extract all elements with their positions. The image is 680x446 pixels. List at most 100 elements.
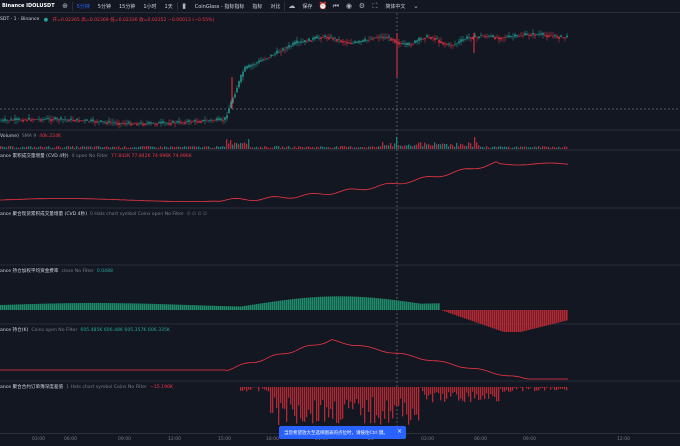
chevron-down-icon[interactable]: ⌄ <box>409 0 422 13</box>
volume-bar <box>206 146 208 149</box>
funding-bar <box>302 298 304 310</box>
funding-bar <box>288 299 290 310</box>
funding-bar <box>276 301 278 310</box>
cloud-icon[interactable]: ☁ <box>285 0 298 13</box>
orderbook-bar <box>472 387 474 392</box>
volume-bar <box>550 147 552 149</box>
volume-bar <box>198 146 200 149</box>
price-candle <box>314 36 316 40</box>
funding-bar <box>324 296 326 310</box>
add-symbol-icon[interactable]: ⊕ <box>59 0 72 13</box>
volume-bar <box>382 142 384 149</box>
replay-icon[interactable]: ⏮ <box>329 0 342 13</box>
chart-area[interactable]: SDT · 1 · Binance ● 开=0.02365 高=0.02369 … <box>0 13 680 433</box>
funding-bar <box>398 300 400 310</box>
symbol-button[interactable]: Binance IDOLUSDT <box>0 0 59 13</box>
volume-bar <box>456 142 458 149</box>
volume-bar <box>350 146 352 149</box>
volume-bar <box>444 143 446 149</box>
volume-bar <box>310 147 312 149</box>
price-candle <box>436 38 438 39</box>
price-candle <box>442 42 444 45</box>
timeframe-1h-button[interactable]: 1小时 <box>139 0 160 13</box>
funding-bar <box>336 296 338 310</box>
timeframe-5m-alt-button[interactable]: 5分钟 <box>94 0 115 13</box>
volume-bar <box>236 143 238 149</box>
price-candle <box>112 122 114 124</box>
funding-bar <box>492 310 494 329</box>
volume-bar <box>282 146 284 149</box>
orderbook-bar <box>276 387 278 409</box>
language-select[interactable]: 简体中文 <box>381 0 409 13</box>
volume-bar <box>396 137 398 149</box>
volume-bar <box>346 147 348 149</box>
price-candle <box>534 34 536 36</box>
funding-bar <box>326 296 328 310</box>
price-candle <box>488 35 490 37</box>
volume-bar <box>516 146 518 149</box>
price-candle <box>26 119 28 121</box>
save-button[interactable]: 保存 <box>298 0 316 13</box>
price-candle <box>224 117 226 121</box>
funding-bar <box>296 298 298 310</box>
coinglass-indicators-button[interactable]: CoinGlass - 指标指标 <box>191 0 249 13</box>
price-candle <box>138 123 140 124</box>
price-candle <box>178 120 180 123</box>
funding-bar <box>256 304 258 310</box>
chart-canvas[interactable] <box>0 13 680 433</box>
price-candle <box>394 39 396 43</box>
funding-bar <box>48 303 50 310</box>
price-candle <box>156 123 158 126</box>
orderbook-bar <box>530 387 532 388</box>
funding-bar <box>444 310 446 312</box>
orderbook-bar <box>562 387 564 389</box>
volume-bar <box>502 146 504 149</box>
volume-bar <box>90 146 92 149</box>
funding-bar <box>86 303 88 310</box>
volume-bar <box>484 147 486 149</box>
volume-bar <box>202 147 204 149</box>
volume-bar <box>522 147 524 149</box>
funding-bar <box>364 297 366 310</box>
volume-bar <box>354 147 356 149</box>
price-candle <box>366 39 368 41</box>
orderbook-bar <box>522 387 524 392</box>
price-candle <box>236 87 238 93</box>
compare-button[interactable]: 对比 <box>266 0 284 13</box>
volume-bar <box>120 147 122 149</box>
price-candle <box>64 119 66 121</box>
funding-bar <box>556 310 558 323</box>
price-candle <box>402 43 404 45</box>
volume-bar <box>532 147 534 149</box>
funding-bar <box>148 303 150 310</box>
funding-bar <box>378 298 380 310</box>
funding-bar <box>184 304 186 310</box>
price-candle <box>532 32 534 35</box>
orderbook-bar <box>458 387 460 401</box>
timeframe-1d-button[interactable]: 1天 <box>161 0 177 13</box>
timeframe-5m-button[interactable]: 5分钟 <box>73 0 94 13</box>
settings-icon[interactable]: ⚙ <box>355 0 368 13</box>
funding-bar <box>518 310 520 332</box>
close-icon[interactable]: × <box>397 428 402 435</box>
alert-icon[interactable]: ⏰ <box>316 0 329 13</box>
funding-bar <box>260 303 262 310</box>
volume-bar <box>62 147 64 149</box>
volume-bar <box>74 147 76 149</box>
volume-bar <box>102 147 104 149</box>
candle-style-icon[interactable]: ▮ <box>178 0 191 13</box>
price-candle <box>464 39 466 40</box>
fullscreen-icon[interactable]: ⛶ <box>368 0 381 13</box>
price-candle <box>298 41 300 43</box>
funding-bar <box>90 303 92 310</box>
indicators-button[interactable]: 指标 <box>248 0 266 13</box>
funding-bar <box>558 310 560 323</box>
price-candle <box>460 39 462 43</box>
price-candle <box>136 123 138 126</box>
volume-bar <box>412 146 414 149</box>
funding-bar <box>14 304 16 310</box>
camera-icon[interactable]: ◉ <box>342 0 355 13</box>
timeframe-15m-button[interactable]: 15分钟 <box>115 0 139 13</box>
orderbook-bar <box>424 387 426 395</box>
price-candle <box>2 119 4 121</box>
